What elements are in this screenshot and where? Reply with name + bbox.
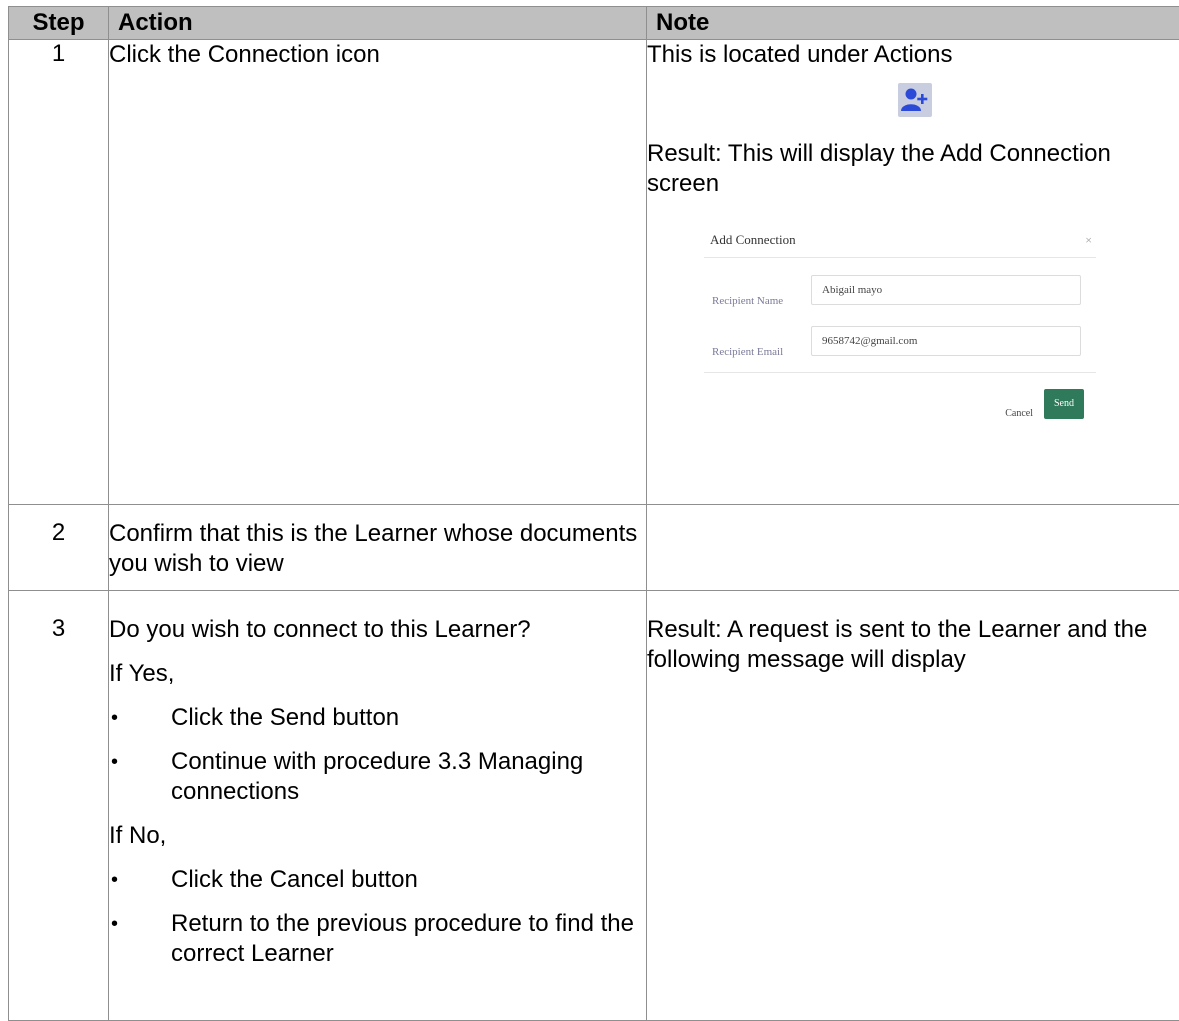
add-user-icon xyxy=(898,83,932,117)
close-icon: × xyxy=(1085,225,1092,255)
header-note: Note xyxy=(647,7,1179,40)
list-item: • Click the Cancel button xyxy=(109,865,646,895)
send-button: Send xyxy=(1044,389,1084,419)
header-step: Step xyxy=(9,7,109,40)
header-action: Action xyxy=(109,7,647,40)
cancel-button: Cancel xyxy=(1005,399,1033,429)
list-item: • Click the Send button xyxy=(109,703,646,733)
table-row: 2 Confirm that this is the Learner whose… xyxy=(9,505,1179,591)
action-text: Confirm that this is the Learner whose d… xyxy=(109,519,646,579)
note-text: Result: A request is sent to the Learner… xyxy=(647,615,1179,675)
table-row: 1 Click the Connection icon This is loca… xyxy=(9,40,1179,505)
dialog-divider xyxy=(704,257,1096,258)
bullet-icon: • xyxy=(111,909,118,939)
action-cell: Confirm that this is the Learner whose d… xyxy=(109,505,647,591)
action-text: Click the Connection icon xyxy=(109,40,646,70)
bullet-icon: • xyxy=(111,703,118,733)
if-yes-label: If Yes, xyxy=(109,659,646,689)
note-cell: This is located under Actions Result: Th… xyxy=(647,40,1179,505)
bullet-icon: • xyxy=(111,865,118,895)
step-number: 2 xyxy=(9,505,109,591)
bullet-icon: • xyxy=(111,747,118,777)
recipient-email-label: Recipient Email xyxy=(712,337,783,367)
step-number: 1 xyxy=(9,40,109,505)
recipient-name-field: Abigail mayo xyxy=(811,275,1081,305)
add-connection-dialog-image: Add Connection × Recipient Name Abigail … xyxy=(704,213,1096,429)
action-cell: Do you wish to connect to this Learner? … xyxy=(109,591,647,1021)
dialog-divider xyxy=(704,372,1096,373)
note-result: Result: This will display the Add Connec… xyxy=(647,139,1179,199)
note-cell: Result: A request is sent to the Learner… xyxy=(647,591,1179,1021)
note-text: This is located under Actions xyxy=(647,40,1179,70)
if-no-label: If No, xyxy=(109,821,646,851)
list-item: • Return to the previous procedure to fi… xyxy=(109,909,646,969)
action-cell: Click the Connection icon xyxy=(109,40,647,505)
table-header-row: Step Action Note xyxy=(9,7,1179,40)
table-row: 3 Do you wish to connect to this Learner… xyxy=(9,591,1179,1021)
note-cell xyxy=(647,505,1179,591)
recipient-name-label: Recipient Name xyxy=(712,286,783,316)
recipient-email-field: 9658742@gmail.com xyxy=(811,326,1081,356)
step-number: 3 xyxy=(9,591,109,1021)
procedure-table: Step Action Note 1 Click the Connection … xyxy=(8,6,1179,1021)
list-item: • Continue with procedure 3.3 Managing c… xyxy=(109,747,646,807)
action-question: Do you wish to connect to this Learner? xyxy=(109,615,646,645)
dialog-title: Add Connection xyxy=(710,225,796,255)
